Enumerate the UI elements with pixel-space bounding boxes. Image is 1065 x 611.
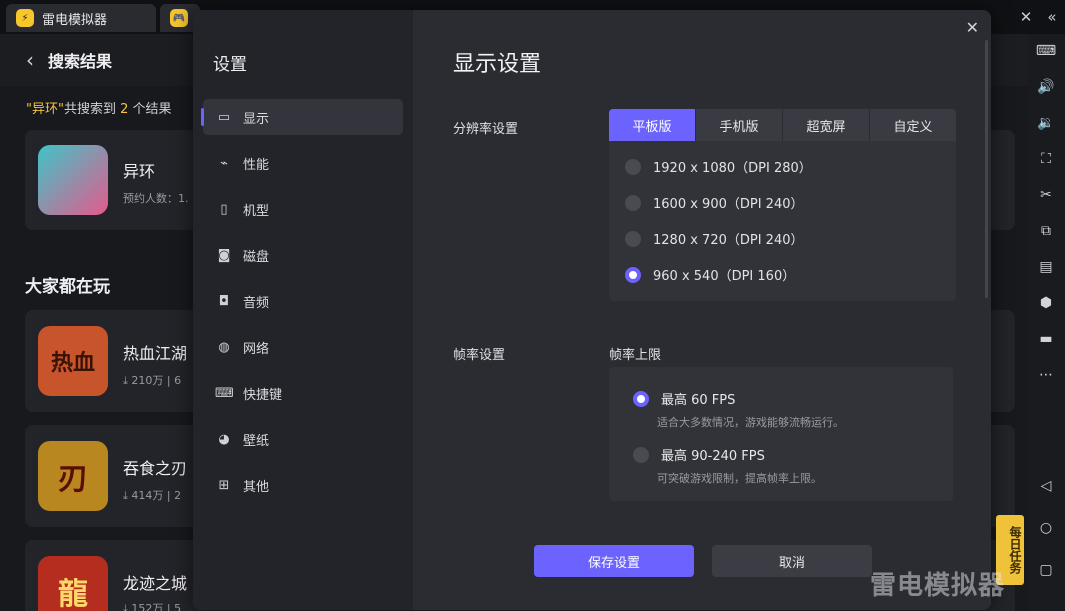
resolution-tabs: 平板版 手机版 超宽屏 自定义 (609, 109, 956, 141)
tab-label: 雷电模拟器 (42, 12, 108, 28)
game-meta: ⤓ 414万 | 2 (123, 489, 182, 502)
gamepad-icon: 🎮 (170, 9, 188, 27)
radio-button-selected[interactable] (625, 266, 641, 283)
resolution-options: 1920 x 1080（DPI 280） 1600 x 900（DPI 240）… (609, 141, 956, 301)
performance-icon: ⌁ (220, 155, 228, 171)
page-title: 显示设置 (453, 52, 542, 77)
sidebar-item-network[interactable]: ◍ 网络 (203, 329, 403, 365)
volume-up-icon[interactable]: 🔊 (1034, 75, 1058, 99)
emulator-logo-icon: ⚡ (16, 9, 34, 27)
keyboard-icon: ⌨ (215, 385, 234, 401)
folder-icon[interactable]: ▬ (1034, 327, 1058, 351)
game-icon-tunshizhiren: 刃 (38, 441, 108, 511)
fps-label: 帧率设置 (453, 348, 506, 363)
fullscreen-icon[interactable]: ⛶ (1034, 147, 1058, 171)
fps-options: 最高 60 FPS 适合大多数情况，游戏能够流畅运行。 最高 90-240 FP… (609, 367, 953, 501)
nav-back-icon[interactable]: ◁ (1034, 474, 1058, 498)
game-name: 热血江湖 (123, 344, 188, 363)
game-meta: 预约人数：1. (123, 192, 189, 205)
back-arrow-icon[interactable]: ‹ (26, 48, 34, 72)
game-icon-yihuan (38, 145, 108, 215)
settings-gear-icon[interactable]: ⬢ (1034, 291, 1058, 315)
multi-instance-icon[interactable]: ⧉ (1034, 219, 1058, 243)
volume-down-icon[interactable]: 🔉 (1034, 111, 1058, 135)
sidebar-item-wallpaper[interactable]: ◕ 壁纸 (203, 421, 403, 457)
radio-button[interactable] (625, 158, 641, 175)
scissors-icon[interactable]: ✂ (1034, 183, 1058, 207)
game-meta: ⤓ 210万 | 6 (123, 374, 182, 387)
grid-icon: ⊞ (218, 477, 230, 493)
search-keyword: 异环 (31, 102, 58, 117)
more-icon[interactable]: ⋯ (1034, 363, 1058, 387)
fps-option-240[interactable]: 最高 90-240 FPS 可突破游戏限制，提高帧率上限。 (633, 445, 822, 486)
apk-install-icon[interactable]: ▤ (1034, 255, 1058, 279)
collapse-sidebar-icon[interactable]: « (1039, 8, 1065, 26)
radio-button[interactable] (625, 230, 641, 247)
settings-sidebar: 设置 ▭ 显示 ⌁ 性能 ▯ 机型 ◙ 磁盘 ◘ 音频 ◍ 网络 ⌨ 快捷键 ◕… (193, 10, 413, 610)
scrollbar[interactable] (985, 40, 988, 298)
game-name: 异环 (123, 162, 156, 181)
sidebar-item-other[interactable]: ⊞ 其他 (203, 467, 403, 503)
sidebar-item-disk[interactable]: ◙ 磁盘 (203, 237, 403, 273)
search-count: "异环"共搜索到 2 个结果 (26, 102, 172, 117)
fps-option-desc: 可突破游戏限制，提高帧率上限。 (657, 472, 822, 485)
watermark-logo: 雷电模拟器 (870, 571, 1006, 601)
game-name: 吞食之刃 (123, 459, 188, 478)
resolution-label: 分辨率设置 (453, 122, 519, 137)
close-icon[interactable]: ✕ (966, 18, 979, 37)
settings-dialog: 设置 ▭ 显示 ⌁ 性能 ▯ 机型 ◙ 磁盘 ◘ 音频 ◍ 网络 ⌨ 快捷键 ◕… (193, 10, 991, 610)
side-toolbar: ⌨ 🔊 🔉 ⛶ ✂ ⧉ ▤ ⬢ ▬ ⋯ ◁ ○ ▢ (1028, 34, 1065, 611)
game-meta: ⤓ 152万 | 5 (123, 600, 181, 611)
sidebar-item-audio[interactable]: ◘ 音频 (203, 283, 403, 319)
sidebar-item-hotkeys[interactable]: ⌨ 快捷键 (203, 375, 403, 411)
audio-icon: ◘ (218, 293, 230, 309)
fps-option-desc: 适合大多数情况，游戏能够流畅运行。 (657, 416, 844, 429)
fps-option-60[interactable]: 最高 60 FPS 适合大多数情况，游戏能够流畅运行。 (633, 389, 844, 430)
tab-ultrawide[interactable]: 超宽屏 (783, 109, 870, 141)
resolution-option-960[interactable]: 960 x 540（DPI 160） (625, 265, 795, 284)
resolution-option-1280[interactable]: 1280 x 720（DPI 240） (625, 229, 803, 248)
settings-title: 设置 (213, 55, 247, 75)
tab-tablet[interactable]: 平板版 (609, 109, 696, 141)
nav-home-icon[interactable]: ○ (1034, 516, 1058, 540)
keyboard-mapping-icon[interactable]: ⌨ (1034, 39, 1058, 63)
resolution-option-1920[interactable]: 1920 x 1080（DPI 280） (625, 157, 812, 176)
close-window-icon[interactable]: ✕ (1013, 8, 1039, 26)
page-title: 搜索结果 (48, 52, 113, 71)
radio-button-selected[interactable] (633, 390, 649, 407)
window-controls: ✕ « (1013, 0, 1065, 34)
section-title: 大家都在玩 (25, 277, 110, 297)
tab-phone[interactable]: 手机版 (696, 109, 783, 141)
monitor-icon: ▭ (217, 109, 231, 125)
fps-limit-label: 帧率上限 (609, 348, 662, 363)
game-icon-rexuejianghu: 热血 (38, 326, 108, 396)
resolution-option-1600[interactable]: 1600 x 900（DPI 240） (625, 193, 803, 212)
sidebar-item-model[interactable]: ▯ 机型 (203, 191, 403, 227)
sidebar-item-performance[interactable]: ⌁ 性能 (203, 145, 403, 181)
save-button[interactable]: 保存设置 (534, 545, 694, 577)
radio-button[interactable] (633, 446, 649, 463)
disk-icon: ◙ (217, 247, 231, 263)
tab-custom[interactable]: 自定义 (870, 109, 956, 141)
game-name: 龙迹之城 (123, 574, 188, 593)
tab-emulator[interactable]: ⚡ 雷电模拟器 (6, 4, 156, 32)
cancel-button[interactable]: 取消 (712, 545, 872, 577)
device-model-icon: ▯ (220, 201, 228, 217)
game-icon-longjizhicheng: 龍 (38, 556, 108, 611)
network-icon: ◍ (218, 339, 230, 355)
nav-recent-icon[interactable]: ▢ (1034, 558, 1058, 582)
radio-button[interactable] (625, 194, 641, 211)
palette-icon: ◕ (218, 431, 230, 447)
sidebar-item-display[interactable]: ▭ 显示 (201, 99, 403, 135)
